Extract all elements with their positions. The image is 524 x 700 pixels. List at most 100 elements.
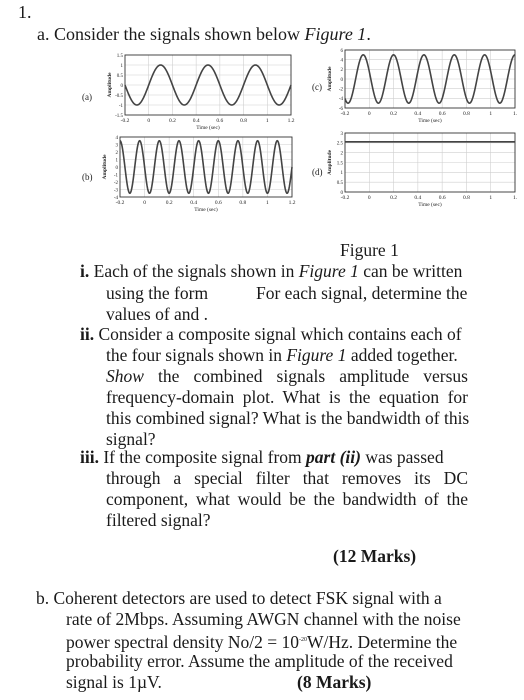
sub-i-text: can be written (358, 261, 463, 281)
x-tick-label: 0.8 (239, 200, 246, 206)
x-tick-label: -0.2 (341, 195, 350, 201)
sub-i-line3: values of and . (106, 304, 209, 324)
x-tick-label: 0.6 (216, 118, 223, 124)
y-tick-label: 0.5 (117, 74, 124, 79)
y-tick-label: 3 (341, 132, 344, 137)
sub-ii-line5: this combined signal? What is the bandwi… (106, 408, 470, 428)
sub-ii-line1: ii. Consider a composite signal which co… (80, 324, 468, 345)
x-tick-label: 0.4 (190, 200, 197, 206)
x-axis-label: Time (sec) (194, 206, 218, 213)
x-tick-label: 0.4 (414, 195, 421, 201)
y-axis-label: Amplitude (327, 66, 333, 92)
x-tick-label: 1 (266, 118, 269, 124)
y-tick-label: -1 (119, 104, 124, 109)
exponent: -20 (298, 637, 307, 643)
sub-ii-text: the four signals shown in (106, 345, 287, 365)
y-tick-label: 1.5 (117, 54, 124, 59)
y-tick-label: 1.5 (337, 161, 344, 166)
y-tick-label: -1.5 (115, 114, 123, 119)
y-tick-label: -4 (114, 196, 119, 201)
x-tick-label: 0.4 (414, 111, 421, 117)
part-b-line3: power spectral density No/2 = 10-20W/Hz.… (66, 630, 457, 652)
x-tick-label: -0.2 (116, 200, 125, 206)
part-b-line5: signal is 1µV. (66, 672, 162, 692)
x-tick-label: -0.2 (341, 111, 350, 117)
y-tick-label: 0 (121, 84, 124, 89)
sub-iii-line2: through a special filter that removes it… (106, 468, 468, 488)
sub-ii-text: added together. (346, 345, 458, 365)
x-axis-label: Time (sec) (418, 201, 442, 208)
y-tick-label: 4 (341, 58, 344, 63)
y-tick-label: -0.5 (115, 94, 123, 99)
x-tick-label: 0 (147, 118, 150, 124)
y-tick-label: 2 (116, 151, 119, 156)
y-tick-label: 1 (121, 64, 124, 69)
x-tick-label: 0.6 (439, 195, 446, 201)
part-a-marks: (12 Marks) (333, 546, 417, 566)
y-tick-label: 0 (116, 166, 119, 171)
y-tick-label: 4 (116, 136, 119, 141)
figure-ref: Figure 1 (298, 261, 359, 281)
x-tick-label: 0.8 (240, 118, 247, 124)
sub-iii-text: If the composite signal from (103, 447, 307, 467)
y-tick-label: 2.5 (337, 142, 344, 147)
x-tick-label: 1.2 (289, 200, 296, 206)
x-tick-label: 0.2 (390, 195, 397, 201)
y-tick-label: -6 (339, 107, 344, 112)
x-tick-label: -0.2 (121, 118, 130, 124)
part-b-line4: probability error. Assume the amplitude … (66, 651, 453, 671)
sub-i-line1: i. Each of the signals shown in Figure 1… (80, 261, 462, 282)
y-tick-label: -3 (114, 188, 119, 193)
emphasis-show: Show (106, 366, 144, 386)
part-b-line1: b. Coherent detectors are used to detect… (36, 588, 442, 609)
y-axis-label: Amplitude (327, 149, 333, 175)
y-tick-label: 3 (116, 143, 119, 148)
sub-ii-text: Consider a composite signal which contai… (98, 324, 462, 344)
sub-ii-line2: the four signals shown in Figure 1 added… (106, 345, 458, 366)
sub-iii-line4: filtered signal? (106, 510, 211, 530)
x-tick-label: 1. (513, 195, 518, 201)
y-tick-label: -2 (114, 181, 119, 186)
part-b-text: power spectral density No/2 = 10 (66, 631, 299, 652)
plot-d: -0.2 0 0.2 0.4 0.6 0.8 1 1.00.511.522.53Time (s… (327, 132, 518, 208)
x-tick-label: 0.2 (166, 200, 173, 206)
x-tick-label: 0 (368, 111, 371, 117)
y-tick-label: 6 (341, 49, 344, 54)
x-tick-label: 0.6 (215, 200, 222, 206)
sub-ii-line4: frequency-domain plot. What is the equat… (106, 387, 468, 407)
sub-i-text: Each of the signals shown in (93, 261, 299, 281)
y-tick-label: 1 (341, 171, 344, 176)
y-axis-label: Amplitude (107, 72, 113, 98)
sub-iii-line1: iii. If the composite signal from part (… (80, 447, 444, 468)
x-axis-label: Time (sec) (418, 117, 442, 124)
y-tick-label: 2 (341, 151, 344, 156)
y-tick-label: 2 (341, 68, 344, 73)
figure-caption: Figure 1 (340, 240, 399, 260)
x-tick-label: 0 (143, 200, 146, 206)
x-tick-label: 0.8 (463, 111, 470, 117)
y-tick-label: 0.5 (337, 181, 344, 186)
x-tick-label: 0.2 (169, 118, 176, 124)
part-b-text: Coherent detectors are used to detect FS… (53, 588, 442, 608)
x-tick-label: 0.8 (463, 195, 470, 201)
part-ref: part (ii) (306, 447, 361, 467)
figure-1: -0.2 0 0.2 0.4 0.6 0.8 1 1.2-1.5-1-0.500.511.5T… (102, 49, 518, 213)
part-b-line2: rate of 2Mbps. Assuming AWGN channel wit… (66, 609, 461, 629)
x-tick-label: 1. (513, 111, 518, 117)
part-b-label: b. (36, 588, 50, 608)
sub-iii-label: iii. (80, 447, 99, 467)
y-tick-label: -1 (114, 173, 119, 178)
x-tick-label: 0.4 (193, 118, 200, 124)
sub-iii-text: was passed (360, 447, 444, 467)
x-tick-label: 1 (489, 111, 492, 117)
plot-a: -0.2 0 0.2 0.4 0.6 0.8 1 1.2 -1.5 -1 -0.5 0 0.5 1 1.5 T… (107, 54, 295, 131)
plot-b: -0.2 0 0.2 0.4 0.6 0.8 1 1.2 -4 -3 -2 -1 0 1 2 3 4 Time (… (102, 136, 296, 213)
x-tick-label: 0 (368, 195, 371, 201)
x-tick-label: 1.2 (288, 118, 295, 124)
y-tick-label: -4 (339, 97, 344, 102)
y-tick-label: 0 (341, 78, 344, 83)
sub-ii-line3: Show the combined signals amplitude vers… (106, 366, 468, 387)
x-tick-label: 0.6 (439, 111, 446, 117)
y-tick-label: -2 (339, 87, 344, 92)
sub-i-line2b: For each signal, determine the (256, 283, 468, 303)
